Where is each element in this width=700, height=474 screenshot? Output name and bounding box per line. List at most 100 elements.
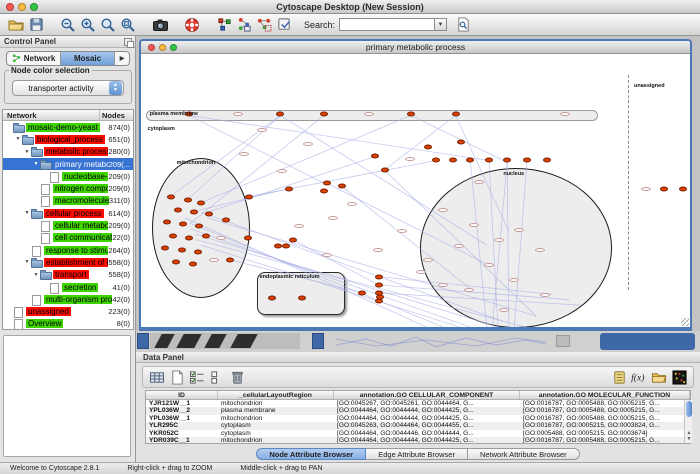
import-attributes-icon[interactable] [609, 368, 629, 386]
table-row[interactable]: YJR121W__1mitochondrion[GO:0045267, GO:0… [146, 400, 690, 407]
disclosure-triangle-icon[interactable]: ▼ [32, 272, 40, 278]
gene-node[interactable] [174, 207, 182, 212]
search-options-icon[interactable] [453, 15, 473, 34]
zoom-out-icon[interactable] [58, 15, 78, 34]
gene-node[interactable] [660, 186, 668, 191]
network-edge[interactable] [196, 234, 498, 327]
network-edge[interactable] [411, 115, 503, 160]
select-attributes-icon[interactable] [147, 368, 167, 386]
snapshot-camera-icon[interactable] [150, 15, 170, 34]
tree-row[interactable]: nucleobase-209(0) [3, 170, 133, 182]
vizmap-nodes-icon[interactable] [214, 15, 234, 34]
formula-builder-icon[interactable]: f(x) [629, 368, 649, 386]
gene-label-oval[interactable] [328, 216, 338, 220]
disclosure-triangle-icon[interactable]: ▼ [23, 149, 31, 155]
gene-label-oval[interactable] [540, 293, 550, 297]
gene-node[interactable] [226, 257, 234, 262]
gene-node[interactable] [179, 221, 187, 226]
gene-label-oval[interactable] [405, 157, 415, 161]
gene-node[interactable] [268, 295, 276, 300]
tree-row[interactable]: mosaic-demo-yeast874(0) [3, 121, 133, 133]
zoom-view-icon[interactable] [170, 44, 177, 51]
tree-row[interactable]: cell communicat22(0) [3, 232, 133, 244]
gene-label-oval[interactable] [474, 180, 484, 184]
gene-node[interactable] [452, 112, 460, 117]
gene-label-oval[interactable] [454, 244, 464, 248]
open-attributes-icon[interactable] [649, 368, 669, 386]
disclosure-triangle-icon[interactable]: ▼ [32, 161, 40, 167]
unselect-attributes-icon[interactable] [207, 368, 227, 386]
table-column-header[interactable]: ID [146, 391, 218, 399]
network-edge[interactable] [492, 162, 507, 327]
gene-label-oval[interactable] [560, 112, 570, 116]
network-edge[interactable] [201, 245, 459, 327]
gene-node[interactable] [205, 211, 213, 216]
search-input[interactable] [339, 18, 435, 31]
network-edge[interactable] [383, 115, 456, 171]
network-edge[interactable] [456, 115, 509, 231]
network-edge[interactable] [327, 183, 487, 264]
gene-node[interactable] [320, 112, 328, 117]
gene-node[interactable] [457, 140, 465, 145]
tree-row[interactable]: ▼metabolic process280(0) [3, 146, 133, 158]
table-column-header[interactable]: annotation.GO CELLULAR_COMPONENT [334, 391, 520, 399]
save-session-icon[interactable] [26, 15, 46, 34]
tree-row[interactable]: ▼establishment of lo558(0) [3, 256, 133, 268]
tree-row[interactable]: ▼cellular process614(0) [3, 207, 133, 219]
gene-node[interactable] [184, 197, 192, 202]
tab-network-attribute-browser[interactable]: Network Attribute Browser [468, 448, 580, 460]
tab-node-attribute-browser[interactable]: Node Attribute Browser [256, 448, 366, 460]
network-edge[interactable] [188, 115, 281, 199]
gene-node[interactable] [375, 274, 383, 279]
gene-node[interactable] [161, 245, 169, 250]
gene-node[interactable] [323, 181, 331, 186]
tree-row[interactable]: ▼primary metabo209(... [3, 158, 133, 170]
gene-label-oval[interactable] [233, 112, 243, 116]
gene-node[interactable] [298, 295, 306, 300]
matrix-view-icon[interactable] [669, 368, 689, 386]
gene-label-oval[interactable] [494, 238, 504, 242]
tree-row[interactable]: ▼transport558(0) [3, 269, 133, 281]
gene-node[interactable] [485, 158, 493, 163]
gene-node[interactable] [407, 112, 415, 117]
gene-label-oval[interactable] [423, 258, 433, 262]
gene-node[interactable] [679, 186, 687, 191]
help-life-ring-icon[interactable] [182, 15, 202, 34]
gene-node[interactable] [338, 184, 346, 189]
tree-row[interactable]: response to stimulu264(0) [3, 244, 133, 256]
gene-label-oval[interactable] [373, 248, 383, 252]
tree-row[interactable]: Overview8(0) [3, 318, 133, 330]
gene-node[interactable] [424, 145, 432, 150]
close-window-icon[interactable] [6, 3, 14, 11]
network-canvas[interactable]: plasma membrane cytoplasm mitochondrion … [141, 54, 690, 327]
layout-nodes-icon-1[interactable] [234, 15, 254, 34]
gene-node[interactable] [449, 158, 457, 163]
gene-label-oval[interactable] [438, 283, 448, 287]
gene-node[interactable] [375, 282, 383, 287]
gene-node[interactable] [244, 235, 252, 240]
zoom-in-icon[interactable] [78, 15, 98, 34]
zoom-window-icon[interactable] [30, 3, 38, 11]
tab-edge-attribute-browser[interactable]: Edge Attribute Browser [366, 448, 468, 460]
gene-label-oval[interactable] [364, 112, 374, 116]
gene-node[interactable] [190, 209, 198, 214]
network-window-titlebar[interactable]: primary metabolic process [141, 41, 690, 54]
network-edge[interactable] [171, 115, 280, 196]
birds-eye-view[interactable] [3, 335, 131, 457]
table-row[interactable]: YKR052Ccytoplasm[GO:0044464, GO:0044446,… [146, 430, 690, 437]
gene-label-oval[interactable] [535, 248, 545, 252]
gene-node[interactable] [503, 158, 511, 163]
gene-label-oval[interactable] [464, 288, 474, 292]
gene-node[interactable] [274, 243, 282, 248]
gene-node[interactable] [523, 158, 531, 163]
gene-label-oval[interactable] [509, 278, 519, 282]
tab-network[interactable]: Network [7, 52, 61, 65]
table-row[interactable]: YPL036W__1mitochondrion[GO:0044464, GO:0… [146, 415, 690, 422]
table-scrollbar[interactable]: ▲▼ [684, 400, 692, 443]
attribute-table[interactable]: ID_cellularLayoutRegionannotation.GO CEL… [145, 390, 691, 444]
network-edge[interactable] [379, 293, 580, 305]
network-edge[interactable] [207, 218, 536, 316]
table-scrollbar-thumb[interactable] [686, 401, 692, 417]
tree-row[interactable]: secretion41(0) [3, 281, 133, 293]
gene-node[interactable] [375, 298, 383, 303]
